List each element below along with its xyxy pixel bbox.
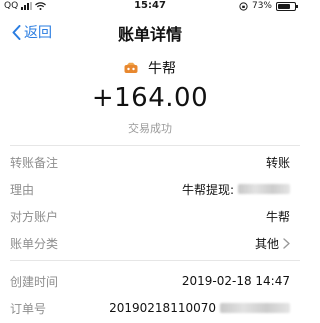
chevron-right-icon [283,237,290,249]
created-label: 创建时间 [10,274,59,289]
note-label: 转账备注 [10,155,59,170]
transaction-amount: +164.00 [91,83,209,113]
battery-percent: 73% [251,1,272,11]
reason-label: 理由 [10,182,35,197]
order-label: 订单号 [10,301,47,316]
nav-bar: 返回 账单详情 [0,14,300,48]
merchant-header: 牛帮 [0,58,300,78]
divider [10,145,300,146]
transaction-status: 交易成功 [128,122,172,135]
merchant-name: 牛帮 [148,61,176,77]
row-counterparty-account: 对方账户 牛帮 [10,204,290,228]
category-value-group: 其他 [255,235,290,252]
orientation-lock-icon [239,1,248,11]
redacted-text [238,184,290,194]
battery-level [278,3,290,9]
order-value: 20190218110070 [109,301,216,315]
category-label: 账单分类 [10,236,59,251]
category-value: 其他 [254,236,279,251]
divider [10,260,300,261]
reason-value-group: 牛帮提现: [182,181,290,198]
status-right: 73% [239,1,298,11]
row-bill-category[interactable]: 账单分类 其他 [10,231,290,255]
account-label: 对方账户 [10,209,59,224]
battery-icon [276,1,298,11]
row-transfer-note: 转账备注 转账 [10,150,290,174]
note-value: 转账 [265,155,290,170]
status-bar: QQ 15:47 73% [0,0,300,14]
order-value-group: 20190218110070 [109,301,290,315]
redacted-text [220,303,290,313]
created-value: 2019-02-18 14:47 [181,274,290,288]
row-order-number: 订单号 20190218110070 [10,296,290,320]
merchant-logo-icon [124,62,138,73]
account-value: 牛帮 [265,209,290,224]
reason-value: 牛帮提现: [181,182,234,197]
row-created-time: 创建时间 2019-02-18 14:47 [10,269,290,293]
page-title: 账单详情 [117,25,182,44]
row-reason: 理由 牛帮提现: [10,177,290,201]
